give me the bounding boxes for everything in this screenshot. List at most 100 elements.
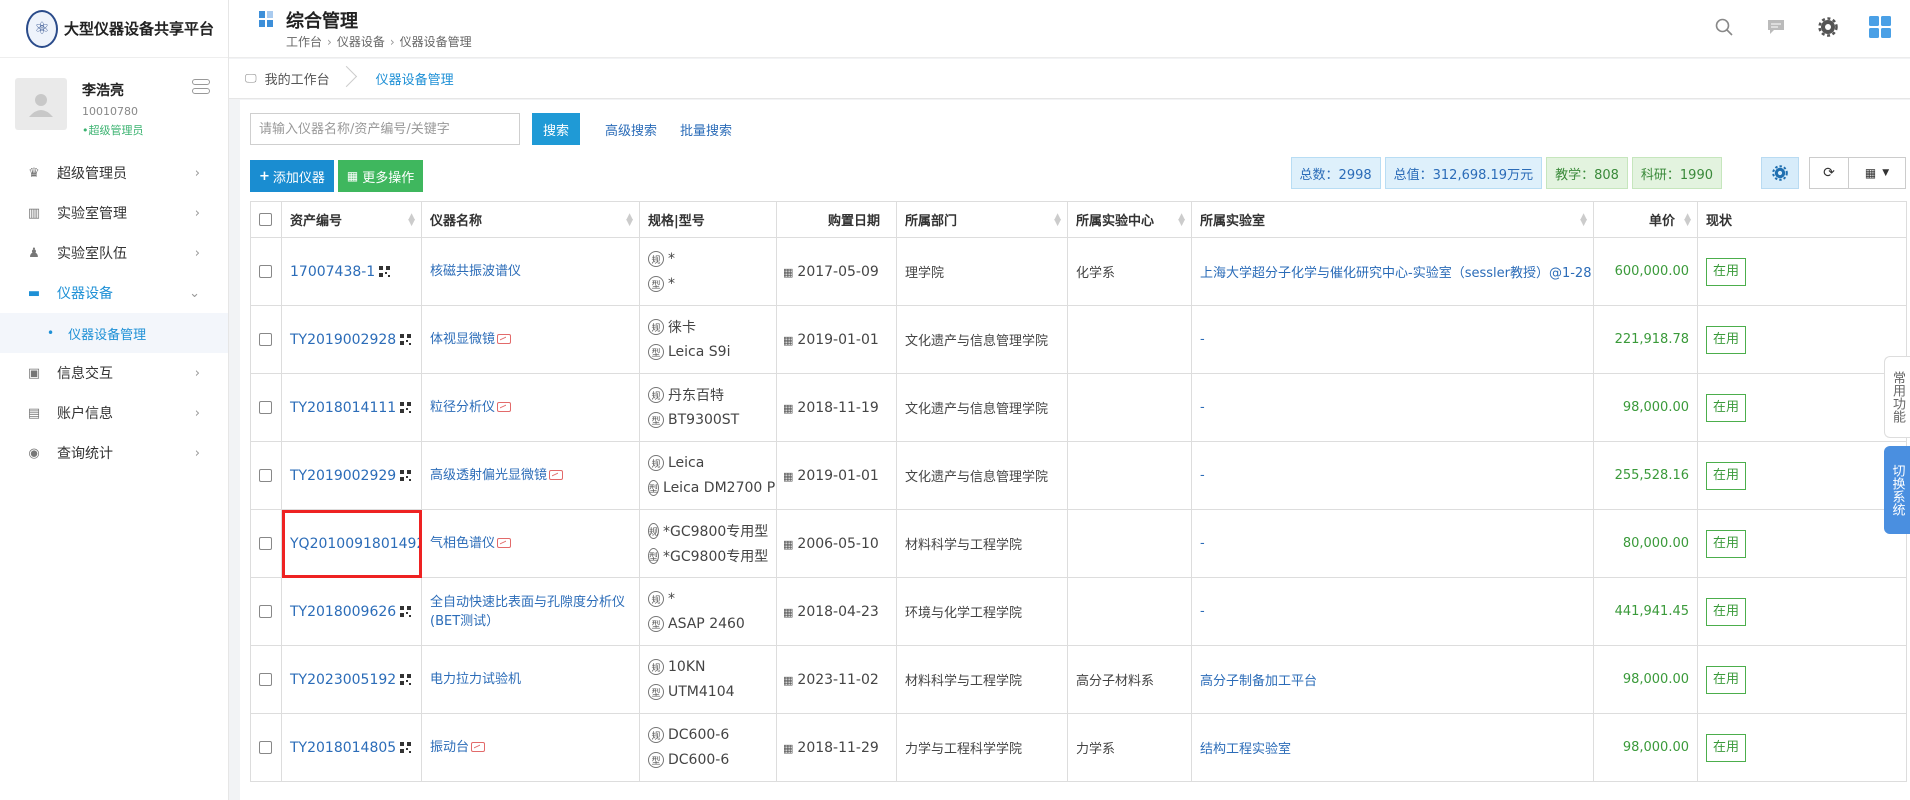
search-input[interactable] [250, 113, 520, 145]
column-header-spec[interactable]: 规格|型号 [639, 201, 777, 238]
column-header-lab[interactable]: 所属实验室 ▲ ▼ [1191, 201, 1594, 238]
calendar-icon: ▦ [783, 265, 794, 279]
status-button[interactable]: 在用 [1706, 257, 1746, 286]
apps-grid-icon[interactable] [1868, 15, 1892, 39]
switch-system-tab[interactable]: 切换系统 [1884, 446, 1910, 534]
column-header-name[interactable]: 仪器名称 ▲ ▼ [421, 201, 640, 238]
asset-number-link[interactable]: TY2018014805 [290, 740, 412, 756]
status-button[interactable]: 在用 [1706, 393, 1746, 422]
sidebar-item-label: 账户信息 [57, 406, 113, 422]
spec-cell: 规 10KN 型 UTM4104 [639, 645, 777, 714]
breadcrumb-item[interactable]: 工作台 [286, 35, 322, 49]
column-header-status[interactable]: 现状 [1697, 201, 1907, 238]
column-header-asset[interactable]: 资产编号 ▲ ▼ [281, 201, 422, 238]
sidebar-item-query-stats[interactable]: ◉ 查询统计 › [0, 433, 228, 473]
add-instrument-button[interactable]: + 添加仪器 [250, 160, 334, 192]
search-icon[interactable] [1712, 15, 1736, 39]
columns-toggle-button[interactable]: ▦ ▼ [1848, 157, 1906, 189]
status-button[interactable]: 在用 [1706, 325, 1746, 354]
row-checkbox[interactable] [259, 265, 272, 278]
lab-link[interactable]: - [1200, 536, 1205, 551]
row-checkbox[interactable] [259, 469, 272, 482]
advanced-search-link[interactable]: 高级搜索 [605, 120, 657, 139]
qr-code-icon[interactable] [379, 266, 391, 277]
lab-link[interactable]: - [1200, 604, 1205, 619]
image-icon[interactable] [549, 470, 564, 480]
lab-link[interactable]: 结构工程实验室 [1200, 742, 1291, 757]
column-header-label: 仪器名称 [430, 214, 483, 229]
qr-code-icon[interactable] [400, 742, 412, 753]
status-button[interactable]: 在用 [1706, 665, 1746, 694]
asset-number-link[interactable]: TY2018014111 [290, 400, 412, 416]
status-button[interactable]: 在用 [1706, 461, 1746, 490]
row-checkbox[interactable] [259, 673, 272, 686]
column-header-price[interactable]: 单价 ▲ ▼ [1593, 201, 1698, 238]
row-checkbox[interactable] [259, 605, 272, 618]
instrument-name-link[interactable]: 高级透射偏光显微镜 [430, 468, 564, 483]
asset-number-link[interactable]: YQ20100918014921 [290, 536, 421, 552]
tab-home[interactable]: 🖵 我的工作台 [229, 59, 346, 99]
avatar[interactable] [15, 78, 67, 130]
sidebar-item-lab-team[interactable]: ♟ 实验室队伍 › [0, 233, 228, 273]
column-header-dept[interactable]: 所属部门 ▲ ▼ [896, 201, 1068, 238]
sidebar-item-instruments[interactable]: ▬ 仪器设备 ⌄ [0, 273, 228, 313]
instrument-name-link[interactable]: 气相色谱仪 [430, 536, 512, 551]
row-checkbox[interactable] [259, 537, 272, 550]
header-tools [1712, 15, 1892, 39]
instrument-name-link[interactable]: 振动台 [430, 740, 486, 755]
sidebar-item-account-info[interactable]: ▤ 账户信息 › [0, 393, 228, 433]
lab-link[interactable]: 上海大学超分子化学与催化研究中心-实验室（sessler教授）@1-28 [1200, 266, 1591, 281]
qr-code-icon[interactable] [400, 674, 412, 685]
qr-code-icon[interactable] [400, 470, 412, 481]
asset-number-link[interactable]: 17007438-1 [290, 264, 391, 280]
lab-cell: 上海大学超分子化学与催化研究中心-实验室（sessler教授）@1-28 [1191, 237, 1594, 306]
qr-code-icon[interactable] [400, 402, 412, 413]
row-checkbox[interactable] [259, 333, 272, 346]
status-button[interactable]: 在用 [1706, 733, 1746, 762]
image-icon[interactable] [471, 742, 486, 752]
column-header-center[interactable]: 所属实验中心 ▲ ▼ [1067, 201, 1192, 238]
sidebar-item-super-admin[interactable]: ♛ 超级管理员 › [0, 153, 228, 193]
sidebar-item-lab-management[interactable]: ▥ 实验室管理 › [0, 193, 228, 233]
asset-number-link[interactable]: TY2019002929 [290, 468, 412, 484]
instrument-name-link[interactable]: 全自动快速比表面与孔隙度分析仪(BET测试） [430, 595, 625, 629]
toggle-icon[interactable] [192, 79, 210, 97]
status-cell: 在用 [1697, 509, 1907, 578]
sidebar-subitem-instrument-management[interactable]: 仪器设备管理 [0, 313, 228, 353]
status-button[interactable]: 在用 [1706, 597, 1746, 626]
image-icon[interactable] [497, 334, 512, 344]
lab-link[interactable]: - [1200, 468, 1205, 483]
sidebar-item-info-exchange[interactable]: ▣ 信息交互 › [0, 353, 228, 393]
row-checkbox[interactable] [259, 401, 272, 414]
logo[interactable]: ⚛ 大型仪器设备共享平台 [0, 0, 228, 58]
row-checkbox[interactable] [259, 741, 272, 754]
asset-number-link[interactable]: TY2023005192 [290, 672, 412, 688]
lab-link[interactable]: - [1200, 332, 1205, 347]
column-header-date[interactable]: 购置日期 [776, 201, 897, 238]
qr-code-icon[interactable] [400, 334, 412, 345]
more-actions-button[interactable]: ▦ 更多操作 [337, 160, 424, 192]
image-icon[interactable] [497, 538, 512, 548]
table-settings-button[interactable] [1761, 157, 1799, 189]
lab-link[interactable]: 高分子制备加工平台 [1200, 674, 1317, 689]
asset-number-link[interactable]: TY2019002928 [290, 332, 412, 348]
batch-search-link[interactable]: 批量搜索 [680, 120, 732, 139]
tab-instrument-management[interactable]: 仪器设备管理 [346, 59, 470, 99]
qr-code-icon[interactable] [400, 606, 412, 617]
lab-link[interactable]: - [1200, 400, 1205, 415]
breadcrumb-item[interactable]: 仪器设备 [337, 35, 385, 49]
search-button[interactable]: 搜索 [532, 113, 581, 145]
instrument-name-link[interactable]: 核磁共振波谱仪 [430, 264, 521, 279]
instrument-name-link[interactable]: 粒径分析仪 [430, 400, 512, 415]
select-all-checkbox[interactable] [259, 213, 272, 226]
refresh-button[interactable]: ⟳ [1809, 157, 1849, 189]
status-button[interactable]: 在用 [1706, 529, 1746, 558]
common-functions-tab[interactable]: 常用功能 [1884, 356, 1910, 438]
asset-number-link[interactable]: TY2018009626 [290, 604, 412, 620]
instrument-name-link[interactable]: 电力拉力试验机 [430, 672, 521, 687]
settings-icon[interactable] [1816, 15, 1840, 39]
lab-cell: - [1191, 577, 1594, 646]
message-icon[interactable] [1764, 15, 1788, 39]
instrument-name-link[interactable]: 体视显微镜 [430, 332, 512, 347]
image-icon[interactable] [497, 402, 512, 412]
